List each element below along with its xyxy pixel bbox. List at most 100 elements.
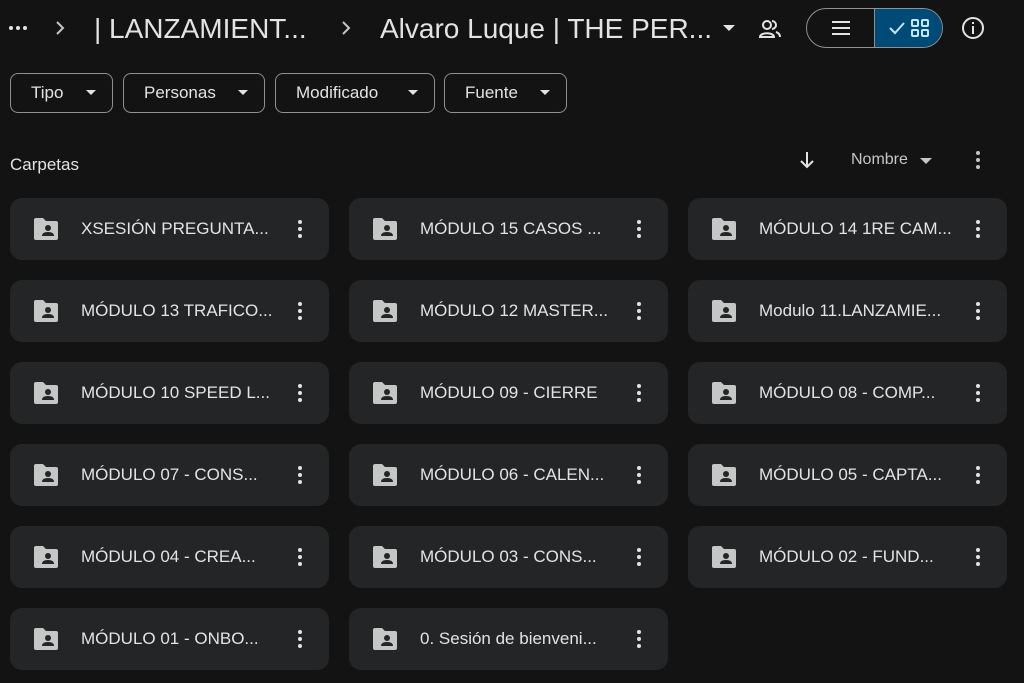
shared-folder-icon bbox=[712, 218, 736, 240]
shared-folder-icon bbox=[373, 218, 397, 240]
filter-chip-label: Tipo bbox=[31, 83, 64, 102]
folder-name: MÓDULO 03 - CONS... bbox=[420, 547, 597, 566]
caret-down-icon bbox=[238, 90, 248, 95]
section-title: Carpetas bbox=[10, 155, 79, 174]
shared-folder-icon bbox=[373, 628, 397, 650]
folder-name: MÓDULO 06 - CALEN... bbox=[420, 465, 605, 484]
more-vertical-icon[interactable] bbox=[631, 628, 647, 650]
caret-down-icon bbox=[408, 90, 418, 95]
view-toggle bbox=[806, 8, 943, 48]
more-vertical-icon[interactable] bbox=[970, 464, 986, 486]
folder-card[interactable]: MÓDULO 12 MASTER... bbox=[349, 280, 668, 342]
shared-folder-icon bbox=[712, 546, 736, 568]
filter-chip-label: Fuente bbox=[465, 83, 518, 102]
share-people-icon[interactable] bbox=[757, 16, 783, 42]
filter-chip-modificado[interactable]: Modificado bbox=[275, 73, 435, 113]
shared-folder-icon bbox=[373, 464, 397, 486]
current-folder-title[interactable]: Alvaro Luque | THE PER... bbox=[380, 12, 712, 46]
shared-folder-icon bbox=[373, 546, 397, 568]
shared-folder-icon bbox=[34, 628, 58, 650]
folder-name: XSESIÓN PREGUNTA... bbox=[81, 219, 269, 238]
grid-icon bbox=[910, 19, 929, 37]
folder-card[interactable]: MÓDULO 06 - CALEN... bbox=[349, 444, 668, 506]
folder-name: MÓDULO 04 - CREA... bbox=[81, 547, 256, 566]
folder-card[interactable]: MÓDULO 09 - CIERRE bbox=[349, 362, 668, 424]
folder-name: Modulo 11.LANZAMIE... bbox=[759, 301, 942, 320]
filter-chip-label: Modificado bbox=[296, 83, 379, 102]
more-vertical-icon[interactable] bbox=[292, 382, 308, 404]
shared-folder-icon bbox=[712, 382, 736, 404]
sort-direction-arrow-down-icon[interactable] bbox=[797, 150, 817, 170]
shared-folder-icon bbox=[34, 382, 58, 404]
chevron-right-icon bbox=[342, 21, 351, 35]
folder-card[interactable]: 0. Sesión de bienveni... bbox=[349, 608, 668, 670]
sort-by-button[interactable]: Nombre bbox=[851, 151, 908, 169]
folder-card[interactable]: MÓDULO 15 CASOS ... bbox=[349, 198, 668, 260]
more-vertical-icon[interactable] bbox=[631, 300, 647, 322]
folder-name: MÓDULO 10 SPEED L... bbox=[81, 383, 270, 402]
folder-card[interactable]: MÓDULO 10 SPEED L... bbox=[10, 362, 329, 424]
folder-card[interactable]: MÓDULO 07 - CONS... bbox=[10, 444, 329, 506]
folder-card[interactable]: MÓDULO 02 - FUND... bbox=[688, 526, 1007, 588]
folder-name: MÓDULO 08 - COMP... bbox=[759, 383, 936, 402]
shared-folder-icon bbox=[34, 300, 58, 322]
folder-card[interactable]: XSESIÓN PREGUNTA... bbox=[10, 198, 329, 260]
folder-name: MÓDULO 15 CASOS ... bbox=[420, 219, 602, 238]
folder-name: MÓDULO 13 TRAFICO... bbox=[81, 301, 273, 320]
top-bar: | LANZAMIENT... Alvaro Luque | THE PER..… bbox=[0, 0, 1024, 58]
folder-card[interactable]: MÓDULO 01 - ONBO... bbox=[10, 608, 329, 670]
more-vertical-icon[interactable] bbox=[970, 218, 986, 240]
shared-folder-icon bbox=[34, 464, 58, 486]
folder-name: MÓDULO 02 - FUND... bbox=[759, 547, 934, 566]
shared-folder-icon bbox=[34, 218, 58, 240]
folder-name: MÓDULO 12 MASTER... bbox=[420, 301, 608, 320]
filter-chip-tipo[interactable]: Tipo bbox=[10, 73, 113, 113]
more-vertical-icon[interactable] bbox=[970, 300, 986, 322]
more-horizontal-icon[interactable] bbox=[6, 18, 30, 38]
folder-card[interactable]: MÓDULO 08 - COMP... bbox=[688, 362, 1007, 424]
folder-name: 0. Sesión de bienveni... bbox=[420, 629, 597, 648]
folder-card[interactable]: MÓDULO 13 TRAFICO... bbox=[10, 280, 329, 342]
caret-down-icon bbox=[540, 90, 550, 95]
shared-folder-icon bbox=[712, 300, 736, 322]
folder-card[interactable]: MÓDULO 14 1RE CAM... bbox=[688, 198, 1007, 260]
shared-folder-icon bbox=[34, 546, 58, 568]
more-vertical-icon[interactable] bbox=[292, 464, 308, 486]
folder-name: MÓDULO 07 - CONS... bbox=[81, 465, 258, 484]
folder-name: MÓDULO 14 1RE CAM... bbox=[759, 219, 952, 238]
breadcrumb-item[interactable]: | LANZAMIENT... bbox=[94, 12, 307, 46]
shared-folder-icon bbox=[373, 300, 397, 322]
more-vertical-icon[interactable] bbox=[292, 218, 308, 240]
more-vertical-icon[interactable] bbox=[292, 546, 308, 568]
folder-card[interactable]: Modulo 11.LANZAMIE... bbox=[688, 280, 1007, 342]
folder-name: MÓDULO 05 - CAPTA... bbox=[759, 465, 942, 484]
check-icon bbox=[888, 22, 905, 35]
folder-name: MÓDULO 09 - CIERRE bbox=[420, 383, 598, 402]
list-view-button[interactable] bbox=[807, 9, 874, 47]
folder-card[interactable]: MÓDULO 04 - CREA... bbox=[10, 526, 329, 588]
caret-down-icon[interactable] bbox=[719, 18, 739, 38]
more-vertical-icon[interactable] bbox=[631, 218, 647, 240]
chevron-right-icon bbox=[56, 21, 65, 35]
grid-view-button[interactable] bbox=[874, 9, 942, 47]
more-vertical-icon[interactable] bbox=[631, 382, 647, 404]
shared-folder-icon bbox=[712, 464, 736, 486]
more-vertical-icon[interactable] bbox=[970, 546, 986, 568]
filter-chip-personas[interactable]: Personas bbox=[123, 73, 265, 113]
caret-down-icon bbox=[86, 90, 96, 95]
folder-name: MÓDULO 01 - ONBO... bbox=[81, 629, 259, 648]
more-vertical-icon[interactable] bbox=[292, 628, 308, 650]
more-vertical-icon[interactable] bbox=[631, 546, 647, 568]
list-icon bbox=[831, 21, 850, 35]
folder-card[interactable]: MÓDULO 05 - CAPTA... bbox=[688, 444, 1007, 506]
filter-chip-label: Personas bbox=[144, 83, 216, 102]
shared-folder-icon bbox=[373, 382, 397, 404]
more-vertical-icon[interactable] bbox=[631, 464, 647, 486]
folder-card[interactable]: MÓDULO 03 - CONS... bbox=[349, 526, 668, 588]
filter-chip-fuente[interactable]: Fuente bbox=[444, 73, 567, 113]
more-vertical-icon[interactable] bbox=[968, 150, 988, 170]
caret-down-icon[interactable] bbox=[918, 155, 934, 167]
more-vertical-icon[interactable] bbox=[292, 300, 308, 322]
more-vertical-icon[interactable] bbox=[970, 382, 986, 404]
info-icon[interactable] bbox=[961, 16, 985, 40]
